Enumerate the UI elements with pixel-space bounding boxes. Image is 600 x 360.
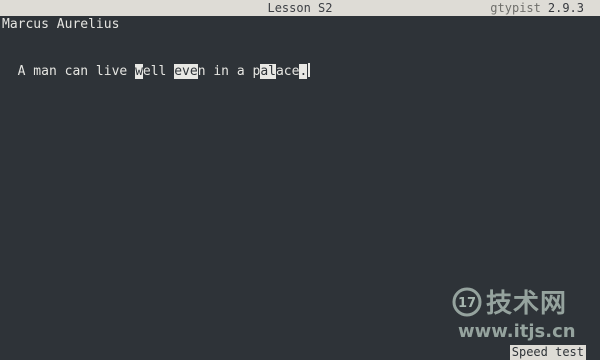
line-segment: n in a p xyxy=(197,64,261,79)
logo-number: 17 xyxy=(458,296,476,311)
error-highlight: al xyxy=(260,64,276,79)
title-bar: Lesson S2 gtypist 2.9.3 xyxy=(0,0,600,16)
app-name: gtypist xyxy=(490,1,541,15)
site-logo-icon: 17 xyxy=(452,287,482,317)
watermark-url: www.itjs.cn xyxy=(458,321,576,342)
error-highlight: eve xyxy=(174,64,198,79)
typing-line[interactable]: A man can live well even in a palace. xyxy=(2,46,311,80)
line-segment: A man can live xyxy=(17,64,136,79)
text-cursor xyxy=(308,63,311,77)
mode-indicator: Speed test xyxy=(509,345,586,360)
app-info: gtypist 2.9.3 xyxy=(490,0,584,16)
line-segment: ell xyxy=(142,64,175,79)
error-highlight: w xyxy=(135,64,143,79)
app-version: 2.9.3 xyxy=(547,1,584,15)
watermark-brand: 技术网 xyxy=(486,289,568,319)
quote-author: Marcus Aurelius xyxy=(2,17,120,32)
site-watermark: 17 技术网 www.itjs.cn xyxy=(450,283,598,345)
error-highlight: . xyxy=(299,64,308,79)
line-segment: ace xyxy=(275,64,300,79)
